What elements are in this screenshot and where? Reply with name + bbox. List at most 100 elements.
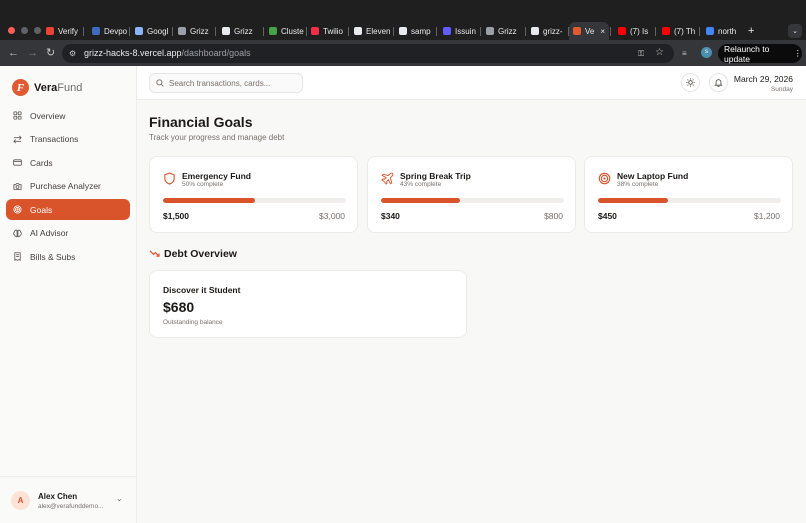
tab-separator <box>655 27 656 36</box>
maximize-window-button[interactable] <box>34 27 41 34</box>
search-input[interactable] <box>169 77 299 89</box>
browser-tab-label: Twilio <box>323 26 344 36</box>
minimize-window-button[interactable] <box>21 27 28 34</box>
sidebar-item-overview[interactable]: Overview <box>6 105 130 126</box>
browser-tab-label: (7) Is <box>630 26 649 36</box>
password-key-icon[interactable]: ⚿ <box>638 47 644 61</box>
sidebar-item-goals[interactable]: Goals <box>6 199 130 220</box>
tab-search-chevron-icon[interactable]: ⌄ <box>788 24 802 38</box>
browser-tab[interactable]: Grizz <box>218 22 262 40</box>
browser-tab[interactable]: Twilio <box>307 22 347 40</box>
goal-title: Emergency Fund <box>182 171 251 181</box>
goal-percent: 43% complete <box>400 181 442 188</box>
browser-tab-label: Grizz <box>190 26 209 36</box>
browser-tab[interactable]: (7) Th <box>658 22 698 40</box>
verafund-icon <box>573 27 581 35</box>
page-subtitle: Track your progress and manage debt <box>149 133 285 142</box>
browser-tab-label: Grizz <box>234 26 253 36</box>
trending-down-icon <box>149 250 160 257</box>
tab-separator <box>172 27 173 36</box>
close-window-button[interactable] <box>8 27 15 34</box>
browser-tab[interactable]: Issuin <box>439 22 479 40</box>
goal-title: New Laptop Fund <box>617 171 689 181</box>
profile-avatar[interactable]: s <box>701 47 712 58</box>
brand[interactable]: F VeraFund <box>12 79 82 96</box>
reading-list-icon[interactable]: ≡ <box>682 47 687 61</box>
tab-separator <box>129 27 130 36</box>
tab-separator <box>525 27 526 36</box>
tab-separator <box>610 27 611 36</box>
browser-tab-label: Googl <box>147 26 169 36</box>
close-tab-icon[interactable]: × <box>600 27 605 36</box>
browser-tab[interactable]: Devpo <box>88 22 128 40</box>
tab-separator <box>436 27 437 36</box>
browser-tab-label: Devpo <box>104 26 128 36</box>
forward-arrow-icon[interactable]: → <box>27 46 38 60</box>
grid-icon <box>13 111 22 120</box>
bookmark-star-icon[interactable]: ☆ <box>655 46 664 60</box>
sidebar-item-transactions[interactable]: Transactions <box>6 129 130 150</box>
search-icon <box>156 79 164 87</box>
new-tab-button[interactable]: + <box>744 22 758 40</box>
sidebar-item-label: Goals <box>30 204 53 215</box>
browser-tab-label: (7) Th <box>674 26 696 36</box>
browser-tab[interactable]: Grizz <box>482 22 524 40</box>
relaunch-button[interactable]: Relaunch to update ⋮ <box>718 44 803 64</box>
date-text: March 29, 2026 <box>733 74 793 84</box>
search-box[interactable] <box>149 73 303 93</box>
card-icon <box>13 159 22 166</box>
theme-toggle-button[interactable] <box>681 73 700 92</box>
browser-tab-label: Issuin <box>455 26 476 36</box>
devpost-icon <box>92 27 100 35</box>
browser-tab[interactable]: Grizz <box>174 22 214 40</box>
back-arrow-icon[interactable]: ← <box>8 46 19 60</box>
browser-tab[interactable]: samp <box>395 22 435 40</box>
goal-card[interactable]: New Laptop Fund 38% complete $450 $1,200 <box>584 156 793 233</box>
debt-card-amount: $680 <box>163 299 195 315</box>
top-bar: March 29, 2026 Sunday <box>137 66 806 100</box>
goal-target-amount: $3,000 <box>319 211 345 221</box>
app: F VeraFund Overview Transactions Cards Purc… <box>0 66 806 523</box>
debt-card-label: Outstanding balance <box>163 319 223 326</box>
goal-current-amount: $1,500 <box>163 211 189 221</box>
sidebar-item-cards[interactable]: Cards <box>6 152 130 173</box>
brain-icon <box>13 229 22 237</box>
goal-current-amount: $450 <box>598 211 617 221</box>
goal-card[interactable]: Spring Break Trip 43% complete $340 $800 <box>367 156 576 233</box>
target-icon <box>13 205 22 214</box>
notifications-button[interactable] <box>709 73 728 92</box>
youtube-icon <box>618 27 626 35</box>
weekday-text: Sunday <box>770 86 793 93</box>
sidebar-item-ai-advisor[interactable]: AI Advisor <box>6 223 130 244</box>
grizz-icon <box>178 27 186 35</box>
browser-tab[interactable]: Cluste <box>265 22 305 40</box>
browser-tab[interactable]: north <box>702 22 742 40</box>
sidebar-item-label: Cards <box>30 157 53 168</box>
sidebar-item-label: Bills & Subs <box>30 251 76 262</box>
goal-progress-fill <box>163 198 255 203</box>
user-profile[interactable]: A Alex Chen alex@verafunddemo... ⌄ <box>0 476 137 523</box>
site-info-icon[interactable]: ⚙ <box>69 47 76 61</box>
browser-tab[interactable]: Googl <box>131 22 171 40</box>
github-icon <box>222 27 230 35</box>
goal-percent: 38% complete <box>617 181 659 188</box>
elevenlabs-icon <box>354 27 362 35</box>
browser-tab[interactable]: grizz- <box>527 22 567 40</box>
debt-card[interactable]: Discover it Student $680 Outstanding bal… <box>149 270 467 338</box>
url-text[interactable]: grizz-hacks-8.vercel.app/dashboard/goals <box>84 48 251 58</box>
chevron-down-icon[interactable]: ⌄ <box>116 494 123 503</box>
sidebar-item-bills-subs[interactable]: Bills & Subs <box>6 246 130 267</box>
google-icon <box>706 27 714 35</box>
browser-tab[interactable]: Ve × <box>569 22 609 40</box>
sidebar-item-label: Overview <box>30 110 66 121</box>
sidebar-item-purchase-analyzer[interactable]: Purchase Analyzer <box>6 176 130 197</box>
vercel-icon <box>531 27 539 35</box>
browser-tab[interactable]: (7) Is <box>614 22 654 40</box>
more-menu-icon: ⋮ <box>793 48 803 58</box>
browser-tab[interactable]: Verify <box>42 22 82 40</box>
tab-separator <box>215 27 216 36</box>
goal-card[interactable]: Emergency Fund 50% complete $1,500 $3,000 <box>149 156 358 233</box>
sidebar-item-label: AI Advisor <box>30 228 69 238</box>
browser-tab[interactable]: Eleven <box>350 22 392 40</box>
reload-icon[interactable]: ↻ <box>46 46 55 60</box>
